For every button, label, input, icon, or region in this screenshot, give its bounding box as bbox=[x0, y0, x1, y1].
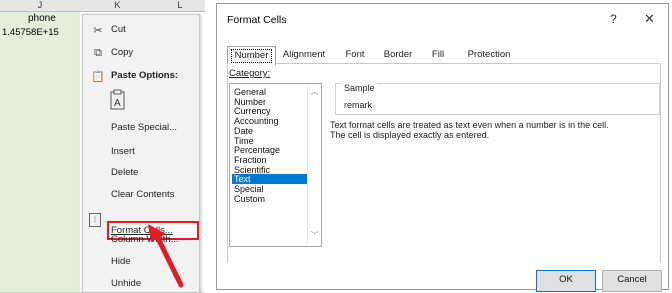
paste-values-icon[interactable]: A bbox=[109, 89, 129, 115]
tab-border[interactable]: Border bbox=[377, 47, 419, 63]
tab-alignment[interactable]: Alignment bbox=[276, 47, 332, 63]
help-button[interactable]: ? bbox=[610, 12, 617, 26]
category-item[interactable]: Fraction bbox=[232, 155, 307, 165]
category-item[interactable]: Scientific bbox=[232, 165, 307, 175]
format-cells-dialog: Format Cells ? ✕ Number Alignment Font B… bbox=[216, 3, 669, 292]
cell-j[interactable] bbox=[0, 68, 81, 82]
copy-icon: ⧉ bbox=[94, 47, 102, 59]
context-menu: ✂ Cut ⧉ Copy 📋 Paste Options: A Paste Sp… bbox=[82, 14, 200, 293]
sample-label: Sample bbox=[342, 83, 377, 93]
cell-j[interactable] bbox=[0, 222, 81, 236]
cell-j[interactable] bbox=[0, 236, 81, 250]
menu-item-cut-label: Cut bbox=[111, 24, 126, 35]
description-line-1: Text format cells are treated as text ev… bbox=[330, 120, 609, 130]
dialog-title: Format Cells bbox=[227, 14, 287, 26]
category-item[interactable]: Text bbox=[232, 174, 307, 185]
scissors-icon: ✂ bbox=[93, 25, 103, 37]
svg-text:A: A bbox=[114, 98, 121, 109]
column-header-l[interactable]: L bbox=[155, 0, 205, 12]
cell-j[interactable] bbox=[0, 96, 81, 110]
tab-protection[interactable]: Protection bbox=[459, 47, 519, 63]
cell-j[interactable] bbox=[0, 278, 81, 292]
category-item[interactable]: Accounting bbox=[232, 116, 307, 126]
paste-options-label: Paste Options: bbox=[111, 70, 179, 81]
cell-j[interactable] bbox=[0, 194, 81, 208]
menu-item-unhide-label: Unhide bbox=[111, 278, 142, 289]
cell-j[interactable] bbox=[0, 138, 81, 152]
cancel-button[interactable]: Cancel bbox=[602, 270, 662, 292]
category-item[interactable]: Percentage bbox=[232, 145, 307, 155]
cell-j[interactable] bbox=[0, 152, 81, 166]
menu-item-clear-contents-label: Clear Contents bbox=[111, 189, 175, 200]
cell-j[interactable] bbox=[0, 124, 81, 138]
close-button[interactable]: ✕ bbox=[644, 11, 655, 27]
clipboard-icon: 📋 bbox=[91, 71, 105, 83]
cell-j[interactable] bbox=[0, 166, 81, 180]
cell-j[interactable] bbox=[0, 54, 81, 68]
phone-header-cell[interactable]: phone bbox=[28, 13, 56, 24]
category-item[interactable]: Custom bbox=[232, 194, 307, 204]
cell-j[interactable] bbox=[0, 208, 81, 222]
menu-item-insert-label: Insert bbox=[111, 146, 135, 157]
sample-value: remark bbox=[344, 100, 373, 110]
tab-font[interactable]: Font bbox=[337, 47, 373, 63]
menu-item-paste-special-label: Paste Special... bbox=[111, 122, 178, 133]
format-description: Text format cells are treated as text ev… bbox=[330, 120, 665, 140]
menu-item-copy-label: Copy bbox=[111, 47, 134, 58]
cell-j[interactable] bbox=[0, 110, 81, 124]
menu-item-hide-label: Hide bbox=[111, 256, 131, 267]
cell-j[interactable] bbox=[0, 250, 81, 264]
scroll-down-icon[interactable]: ﹀ bbox=[308, 230, 321, 242]
category-item[interactable]: General bbox=[232, 87, 307, 97]
description-line-2: The cell is displayed exactly as entered… bbox=[330, 130, 490, 140]
category-label: Category: bbox=[229, 68, 271, 79]
menu-item-delete-label: Delete bbox=[111, 167, 139, 178]
phone-value-cell[interactable]: 1.45758E+15 bbox=[2, 27, 59, 38]
category-list[interactable]: General Number Currency Accounting Date Time P… bbox=[229, 83, 322, 247]
category-item[interactable]: Number bbox=[232, 97, 307, 107]
format-cells-icon: ⁝ bbox=[89, 213, 101, 227]
column-header-k[interactable]: K bbox=[80, 0, 156, 12]
cell-j[interactable] bbox=[0, 82, 81, 96]
tab-fill[interactable]: Fill bbox=[423, 47, 453, 63]
scroll-up-icon[interactable]: ︿ bbox=[308, 86, 321, 98]
ok-button[interactable]: OK bbox=[536, 270, 596, 292]
tab-strip: Number Alignment Font Border Fill Protec… bbox=[227, 46, 659, 66]
cell-j[interactable] bbox=[0, 264, 81, 278]
sample-group: Sample remark bbox=[335, 83, 660, 115]
category-item[interactable]: Special bbox=[232, 184, 307, 194]
cell-j[interactable] bbox=[0, 180, 81, 194]
category-item[interactable]: Date bbox=[232, 126, 307, 136]
cell-j[interactable] bbox=[0, 40, 81, 54]
tab-number-label: Number bbox=[230, 49, 273, 63]
menu-item-column-width-label: Column Width... bbox=[111, 234, 179, 245]
paste-text-icon: A bbox=[110, 89, 125, 110]
column-header-j[interactable]: J bbox=[0, 0, 81, 12]
category-scrollbar[interactable]: ︿ ﹀ bbox=[307, 84, 321, 244]
category-item[interactable]: Time bbox=[232, 136, 307, 146]
category-item[interactable]: Currency bbox=[232, 106, 307, 116]
